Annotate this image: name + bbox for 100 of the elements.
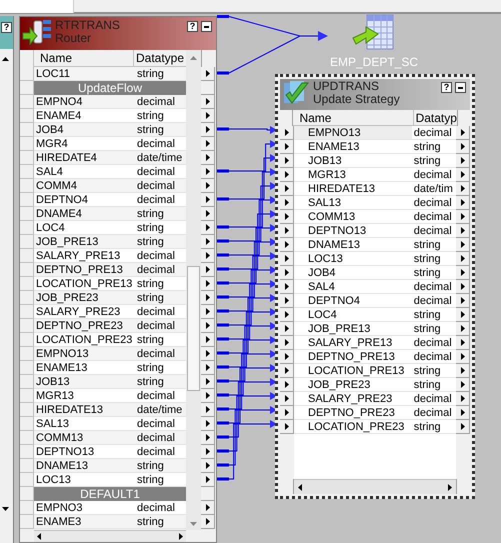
horizontal-scrollbar[interactable] xyxy=(294,479,456,494)
port-name: EMPNO13 xyxy=(34,347,135,361)
transformation-type: Update Strategy xyxy=(313,93,400,106)
port-name: LOCATION_PRE23 xyxy=(294,420,412,434)
port-datatype: string xyxy=(135,473,186,487)
port-datatype: decimal xyxy=(412,406,456,420)
port-datatype: decimal xyxy=(412,126,456,140)
port-name: JOB_PRE13 xyxy=(34,235,135,249)
port-name: HIREDATE13 xyxy=(294,182,412,196)
port-datatype: string xyxy=(135,207,186,221)
update-strategy-panel[interactable] xyxy=(275,74,475,499)
port-name: DEPTNO_PRE13 xyxy=(34,263,135,277)
group-row: DEFAULT1 xyxy=(34,487,186,501)
port-datatype: string xyxy=(135,459,186,473)
port-arrow-icon xyxy=(206,70,210,77)
port-name: SALARY_PRE23 xyxy=(34,305,135,319)
port-name: ENAME13 xyxy=(34,361,135,375)
port-name: LOC13 xyxy=(34,473,135,487)
port-name: LOC4 xyxy=(294,308,412,322)
router-icon xyxy=(22,18,52,46)
transformation-name: UPDTRANS xyxy=(313,80,380,93)
port-datatype: string xyxy=(135,333,186,347)
port-datatype: decimal xyxy=(412,196,456,210)
port-name: SAL13 xyxy=(34,417,135,431)
horizontal-scrollbar[interactable] xyxy=(34,530,186,542)
port-name: LOCATION_PRE23 xyxy=(34,333,135,347)
port-datatype: string xyxy=(412,378,456,392)
target-label: EMP_DEPT_SC xyxy=(330,56,418,69)
port-datatype: string xyxy=(412,238,456,252)
group-row: UpdateFlow xyxy=(34,81,186,95)
help-button[interactable]: ? xyxy=(441,82,452,93)
transformation-type: Router xyxy=(55,32,92,45)
scroll-right-icon[interactable] xyxy=(179,533,183,540)
minimize-button[interactable] xyxy=(455,82,466,93)
port-datatype: string xyxy=(135,221,186,235)
scroll-left-icon[interactable] xyxy=(298,484,302,490)
port-datatype: decimal xyxy=(135,263,186,277)
port-datatype: decimal xyxy=(135,95,186,109)
help-button[interactable]: ? xyxy=(187,21,198,32)
target-table-icon xyxy=(352,14,396,52)
port-name: DEPTNO4 xyxy=(294,294,412,308)
port-name: COMM13 xyxy=(294,210,412,224)
scroll-thumb[interactable] xyxy=(187,266,200,391)
port-datatype: string xyxy=(135,123,186,137)
port-name: MGR4 xyxy=(34,137,135,151)
scroll-left-icon[interactable] xyxy=(37,533,41,540)
port-datatype: decimal xyxy=(135,431,186,445)
port-name: JOB13 xyxy=(294,154,412,168)
scroll-down-icon[interactable] xyxy=(2,507,9,511)
port-datatype: decimal xyxy=(135,319,186,333)
port-name: HIREDATE4 xyxy=(34,151,135,165)
transformation-name: RTRTRANS xyxy=(55,19,120,32)
help-button[interactable]: ? xyxy=(1,22,12,33)
port-name: ENAME3 xyxy=(34,515,135,529)
port-datatype: string xyxy=(135,277,186,291)
port-datatype: decimal xyxy=(135,501,186,515)
port-datatype: date/tim xyxy=(412,182,456,196)
port-name: HIREDATE13 xyxy=(34,403,135,417)
port-datatype: decimal xyxy=(412,168,456,182)
port-name: SAL4 xyxy=(34,165,135,179)
port-name: DNAME4 xyxy=(34,207,135,221)
scroll-up-icon[interactable] xyxy=(2,57,9,61)
port-datatype: decimal xyxy=(135,165,186,179)
port-datatype: decimal xyxy=(412,350,456,364)
port-name: EMPNO13 xyxy=(294,126,412,140)
vertical-scrollbar[interactable] xyxy=(186,50,201,530)
port-name: JOB_PRE23 xyxy=(34,291,135,305)
port-datatype: string xyxy=(412,364,456,378)
port-datatype: string xyxy=(412,308,456,322)
port-name: JOB_PRE13 xyxy=(294,322,412,336)
port-name: JOB4 xyxy=(34,123,135,137)
port-name: DNAME13 xyxy=(294,238,412,252)
port-name: SAL13 xyxy=(294,196,412,210)
port-name: DEPTNO_PRE13 xyxy=(294,350,412,364)
port-datatype: decimal xyxy=(135,445,186,459)
minimize-button[interactable] xyxy=(201,21,212,32)
port-datatype: decimal xyxy=(412,280,456,294)
port-datatype: decimal xyxy=(135,179,186,193)
scroll-right-icon[interactable] xyxy=(448,484,452,490)
column-header[interactable]: Name xyxy=(34,50,134,67)
port-datatype: decimal xyxy=(412,294,456,308)
port-datatype: decimal xyxy=(412,210,456,224)
port-name: COMM13 xyxy=(34,431,135,445)
port-name: DEPTNO_PRE23 xyxy=(294,406,412,420)
port-name: SALARY_PRE13 xyxy=(294,336,412,350)
port-datatype: string xyxy=(135,109,186,123)
port-datatype: string xyxy=(135,361,186,375)
port-datatype: decimal xyxy=(135,305,186,319)
port-datatype: date/time xyxy=(135,151,186,165)
port-name: LOCATION_PRE13 xyxy=(34,277,135,291)
port-name: COMM4 xyxy=(34,179,135,193)
port-datatype: decimal xyxy=(135,137,186,151)
port-name: MGR13 xyxy=(294,168,412,182)
port-datatype: string xyxy=(412,252,456,266)
port-datatype: string xyxy=(412,154,456,168)
port-name: SALARY_PRE23 xyxy=(294,392,412,406)
port-name: LOCATION_PRE13 xyxy=(294,364,412,378)
port-datatype: string xyxy=(412,322,456,336)
port-datatype: string xyxy=(412,420,456,434)
port-datatype: string xyxy=(135,67,186,81)
